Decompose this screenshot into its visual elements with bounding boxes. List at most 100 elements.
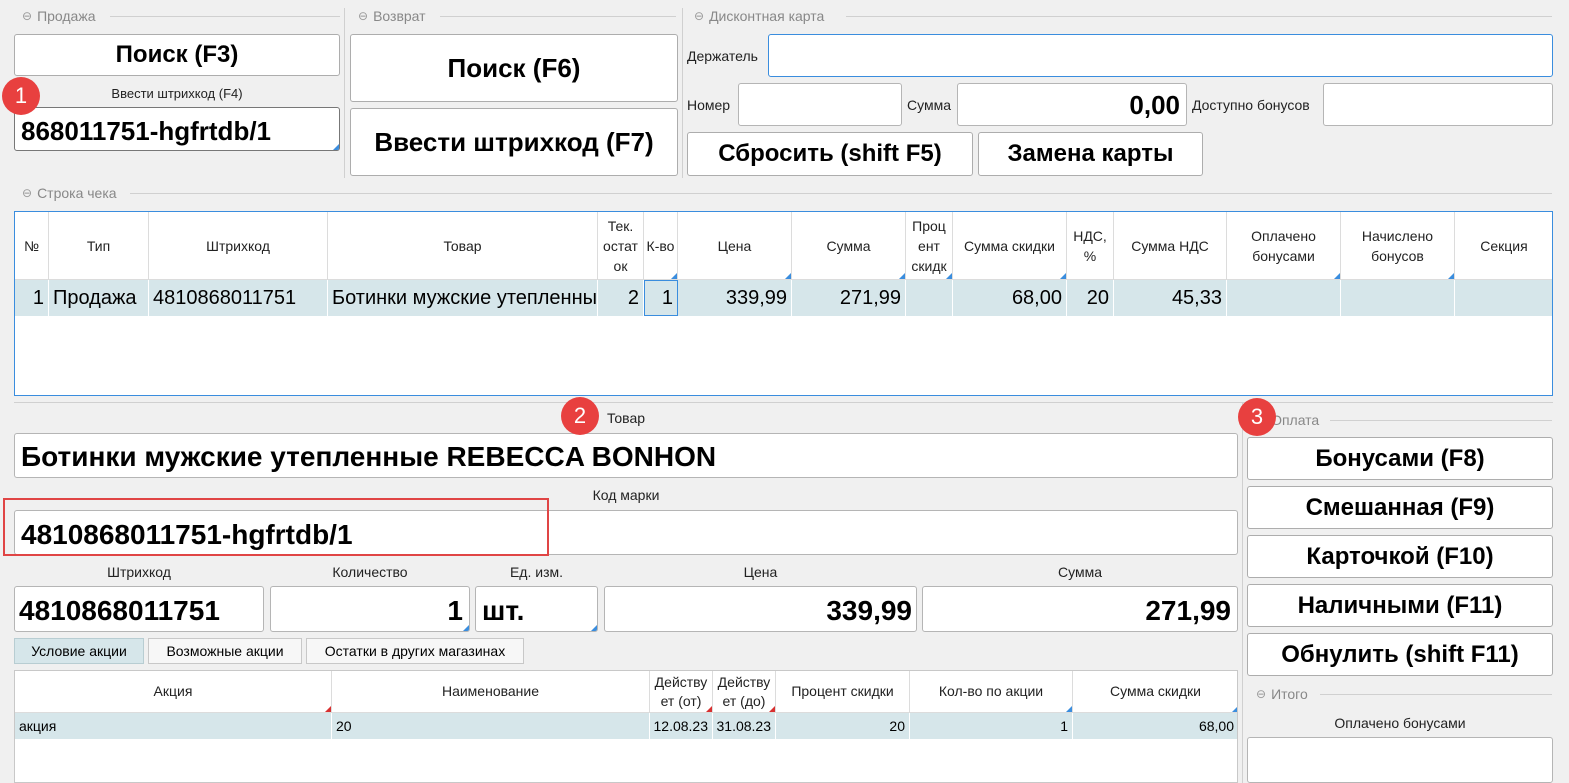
promo-col-qty[interactable]: Кол-во по акции [910,671,1073,713]
promo-cell-to[interactable]: 31.08.23 [713,713,776,739]
divider [1330,420,1552,421]
cell-vat-pct[interactable]: 20 [1067,280,1114,316]
collapse-icon[interactable]: ⊖ [22,186,32,200]
col-header-vat-sum[interactable]: Сумма НДС [1114,212,1227,280]
qty-input[interactable]: 1 [270,586,470,632]
promo-table[interactable]: Акция Наименование Действу ет (от) Дейст… [14,670,1238,783]
col-header-stock[interactable]: Тек. остат ок [598,212,644,280]
card-group-label: Дисконтная карта [709,8,825,24]
return-search-button[interactable]: Поиск (F6) [350,34,678,102]
divider [682,8,683,178]
cell-barcode[interactable]: 4810868011751 [149,280,328,316]
sum-label: Сумма [1058,564,1102,580]
divider [344,8,345,178]
tab-other-stores-stock[interactable]: Остатки в других магазинах [306,638,524,664]
promo-cell-qty[interactable]: 1 [910,713,1073,739]
promo-cell-name[interactable]: 20 [332,713,650,739]
cell-accrued-bonus[interactable] [1341,280,1455,316]
col-header-vat-pct[interactable]: НДС, % [1067,212,1114,280]
divider [1242,402,1243,783]
cell-discount-pct[interactable] [906,280,953,316]
promo-cell-pct[interactable]: 20 [776,713,910,739]
cell-stock[interactable]: 2 [598,280,644,316]
cell-product[interactable]: Ботинки мужские утепленные REBECCA BONHO… [328,280,598,316]
sum-field: 271,99 [922,586,1238,632]
col-header-discount-sum[interactable]: Сумма скидки [953,212,1067,280]
cell-no[interactable]: 1 [15,280,49,316]
tab-possible-promos[interactable]: Возможные акции [148,638,302,664]
collapse-icon[interactable]: ⊖ [22,9,32,23]
receipt-table[interactable]: № Тип Штрихкод Товар Тек. остат ок К-во … [14,211,1553,396]
total-group-label: Итого [1271,686,1308,702]
paid-bonus-field [1247,737,1553,783]
bonus-input[interactable] [1323,83,1553,126]
marker-badge-2: 2 [561,397,599,435]
promo-cell-action[interactable]: акция [15,713,332,739]
divider [130,193,1552,194]
col-header-price[interactable]: Цена [678,212,792,280]
cell-sum[interactable]: 271,99 [792,280,906,316]
card-sum-input[interactable]: 0,00 [957,83,1187,126]
reset-payment-button[interactable]: Обнулить (shift F11) [1247,633,1553,676]
promo-col-from[interactable]: Действу ет (от) [650,671,713,713]
promo-col-pct[interactable]: Процент скидки [776,671,910,713]
tab-promo-conditions[interactable]: Условие акции [14,638,144,664]
holder-label: Держатель [687,48,758,64]
number-input[interactable] [738,83,902,126]
col-header-barcode[interactable]: Штрихкод [149,212,328,280]
holder-input[interactable] [768,34,1553,77]
col-header-sum[interactable]: Сумма [792,212,906,280]
promo-col-action[interactable]: Акция [15,671,332,713]
divider [110,16,340,17]
pay-mixed-button[interactable]: Смешанная (F9) [1247,486,1553,529]
col-header-paid-bonus[interactable]: Оплачено бонусами [1227,212,1341,280]
return-group-label: Возврат [373,8,426,24]
cell-qty-editor[interactable]: 1 [644,280,678,316]
col-header-accrued-bonus[interactable]: Начислено бонусов [1341,212,1455,280]
marker-badge-3: 3 [1238,398,1276,436]
col-header-type[interactable]: Тип [49,212,149,280]
col-header-no[interactable]: № [15,212,49,280]
number-label: Номер [687,97,731,113]
cell-type[interactable]: Продажа [49,280,149,316]
product-name-field: Ботинки мужские утепленные REBECCA BONHO… [14,433,1238,478]
cell-section[interactable] [1455,280,1552,316]
cell-discount-sum[interactable]: 68,00 [953,280,1067,316]
receipt-group-label: Строка чека [37,185,117,201]
col-header-section[interactable]: Секция [1455,212,1552,280]
collapse-icon[interactable]: ⊖ [1256,687,1266,701]
pay-bonus-button[interactable]: Бонусами (F8) [1247,437,1553,480]
sale-barcode-caption: Ввести штрихкод (F4) [111,86,243,101]
card-group-title: ⊖ Дисконтная карта [694,8,824,24]
col-header-discount-pct[interactable]: Проц ент скидк [906,212,953,280]
sale-barcode-input[interactable]: 868011751-hgfrtdb/1 [14,107,340,151]
reset-card-button[interactable]: Сбросить (shift F5) [687,132,973,176]
replace-card-button[interactable]: Замена карты [978,132,1203,176]
return-barcode-button[interactable]: Ввести штрихкод (F7) [350,108,678,176]
collapse-icon[interactable]: ⊖ [694,9,704,23]
promo-col-sum[interactable]: Сумма скидки [1073,671,1237,713]
barcode-label: Штрихкод [107,564,171,580]
col-header-qty[interactable]: К-во [644,212,678,280]
unit-label: Ед. изм. [509,564,564,580]
payment-group-label: Оплата [1271,412,1320,428]
col-header-product[interactable]: Товар [328,212,598,280]
cell-price[interactable]: 339,99 [678,280,792,316]
promo-cell-sum[interactable]: 68,00 [1073,713,1237,739]
pay-card-button[interactable]: Карточкой (F10) [1247,535,1553,578]
qty-label: Количество [332,564,408,580]
marker-badge-1: 1 [2,77,40,115]
promo-cell-from[interactable]: 12.08.23 [650,713,713,739]
cell-paid-bonus[interactable] [1227,280,1341,316]
promo-col-name[interactable]: Наименование [332,671,650,713]
collapse-icon[interactable]: ⊖ [358,9,368,23]
sale-search-button[interactable]: Поиск (F3) [14,34,340,76]
product-title-label: Товар [606,410,646,426]
barcode-field: 4810868011751 [14,586,264,632]
price-field: 339,99 [604,586,917,632]
unit-select[interactable]: шт. [475,586,598,632]
cell-vat-sum[interactable]: 45,33 [1114,280,1227,316]
divider [846,16,1552,17]
pay-cash-button[interactable]: Наличными (F11) [1247,584,1553,627]
promo-col-to[interactable]: Действу ет (до) [713,671,776,713]
